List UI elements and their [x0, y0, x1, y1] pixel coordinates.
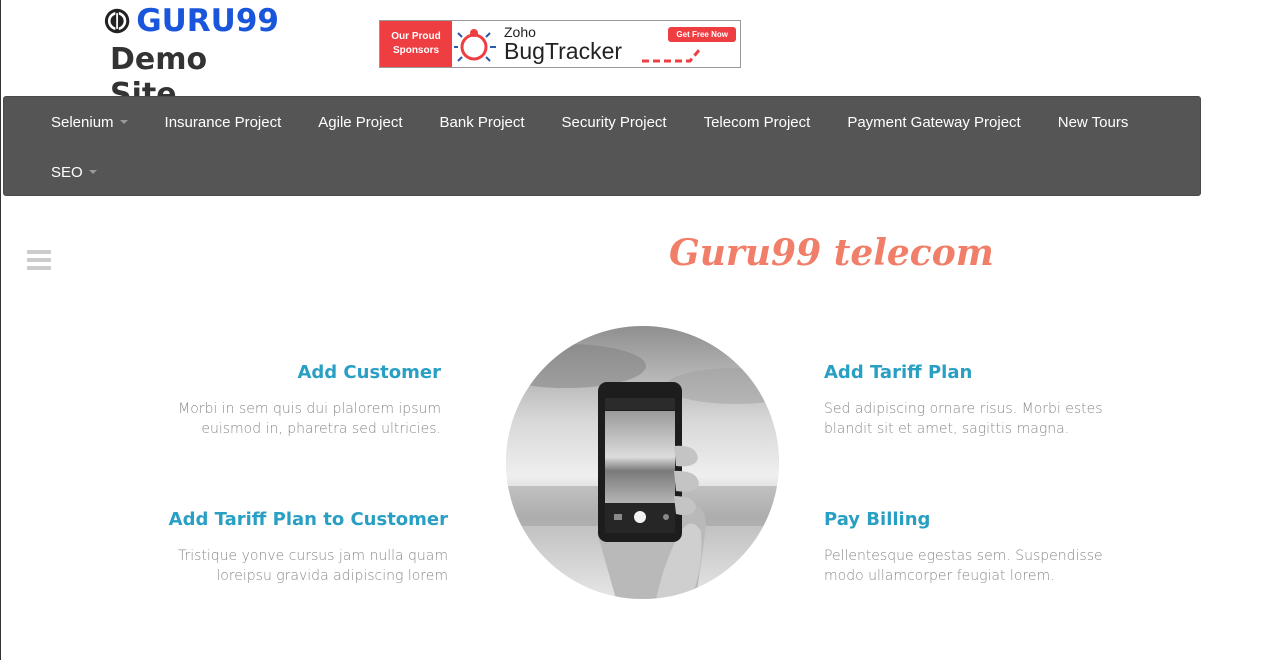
- feature-add-customer: Add Customer Morbi in sem quis dui plalo…: [141, 362, 441, 439]
- nav-seo[interactable]: SEO: [51, 164, 97, 181]
- sponsor-product-name: BugTracker: [504, 38, 623, 64]
- sponsor-zoho-text: Zoho: [504, 24, 536, 40]
- caret-down-icon: [88, 170, 97, 174]
- add-tariff-plan-desc-line2: blandit sit et amet, sagittis magna.: [824, 421, 1070, 437]
- feature-add-tariff-plan: Add Tariff Plan Sed adipiscing ornare ri…: [824, 362, 1124, 439]
- add-tariff-plan-link[interactable]: Add Tariff Plan: [824, 362, 1124, 383]
- get-free-now-button[interactable]: Get Free Now: [668, 27, 736, 42]
- nav-new-tours[interactable]: New Tours: [1058, 114, 1129, 131]
- add-customer-desc-line1: Morbi in sem quis dui plalorem ipsum: [178, 401, 441, 417]
- guru99-logo-icon: [104, 8, 130, 34]
- hero-phone-image: [506, 326, 779, 599]
- nav-selenium[interactable]: Selenium: [51, 114, 128, 131]
- pay-billing-desc-line1: Pellentesque egestas sem. Suspendisse: [824, 548, 1103, 564]
- pay-billing-link[interactable]: Pay Billing: [824, 509, 1124, 530]
- dashed-arrow-icon: [642, 48, 702, 63]
- add-tariff-to-customer-desc-line2: loreipsu gravida adipiscing lorem: [216, 568, 448, 584]
- phone-in-hand-illustration: [506, 326, 779, 599]
- sponsor-banner[interactable]: Our Proud Sponsors Zoho BugTracker Get F…: [379, 20, 741, 68]
- feature-add-tariff-plan-to-customer: Add Tariff Plan to Customer Tristique yo…: [128, 509, 448, 586]
- nav-agile-project[interactable]: Agile Project: [318, 114, 402, 131]
- nav-seo-label: SEO: [51, 163, 83, 181]
- nav-security-project[interactable]: Security Project: [562, 114, 667, 131]
- add-tariff-plan-desc-line1: Sed adipiscing ornare risus. Morbi estes: [824, 401, 1103, 417]
- nav-insurance-project[interactable]: Insurance Project: [165, 114, 282, 131]
- hamburger-bar: [27, 266, 51, 270]
- sponsor-label-line1: Our Proud: [391, 31, 441, 42]
- feature-pay-billing: Pay Billing Pellentesque egestas sem. Su…: [824, 509, 1124, 586]
- navbar-row-1: Selenium Insurance Project Agile Project…: [4, 97, 1200, 147]
- logo-brand-text: GURU99: [136, 3, 279, 39]
- sponsor-label: Our Proud Sponsors: [380, 21, 452, 67]
- hamburger-menu-icon[interactable]: [27, 250, 51, 272]
- nav-bank-project[interactable]: Bank Project: [440, 114, 525, 131]
- hamburger-bar: [27, 258, 51, 262]
- caret-down-icon: [119, 120, 128, 124]
- add-tariff-plan-to-customer-link[interactable]: Add Tariff Plan to Customer: [128, 509, 448, 530]
- add-tariff-to-customer-desc-line1: Tristique yonve cursus jam nulla quam: [177, 548, 448, 564]
- navbar-row-2: SEO: [4, 147, 1200, 197]
- pay-billing-desc-line2: modo ullamcorper feugiat lorem.: [824, 568, 1055, 584]
- hamburger-bar: [27, 250, 51, 254]
- bug-icon: [454, 29, 496, 62]
- nav-payment-gateway-project[interactable]: Payment Gateway Project: [847, 114, 1020, 131]
- main-navbar: Selenium Insurance Project Agile Project…: [3, 96, 1201, 196]
- sponsor-label-line2: Sponsors: [392, 45, 440, 56]
- nav-telecom-project[interactable]: Telecom Project: [704, 114, 811, 131]
- add-customer-desc-line2: euismod in, pharetra sed ultricies.: [201, 421, 441, 437]
- nav-selenium-label: Selenium: [51, 113, 114, 131]
- page-title: Guru99 telecom: [669, 232, 994, 274]
- add-customer-link[interactable]: Add Customer: [141, 362, 441, 383]
